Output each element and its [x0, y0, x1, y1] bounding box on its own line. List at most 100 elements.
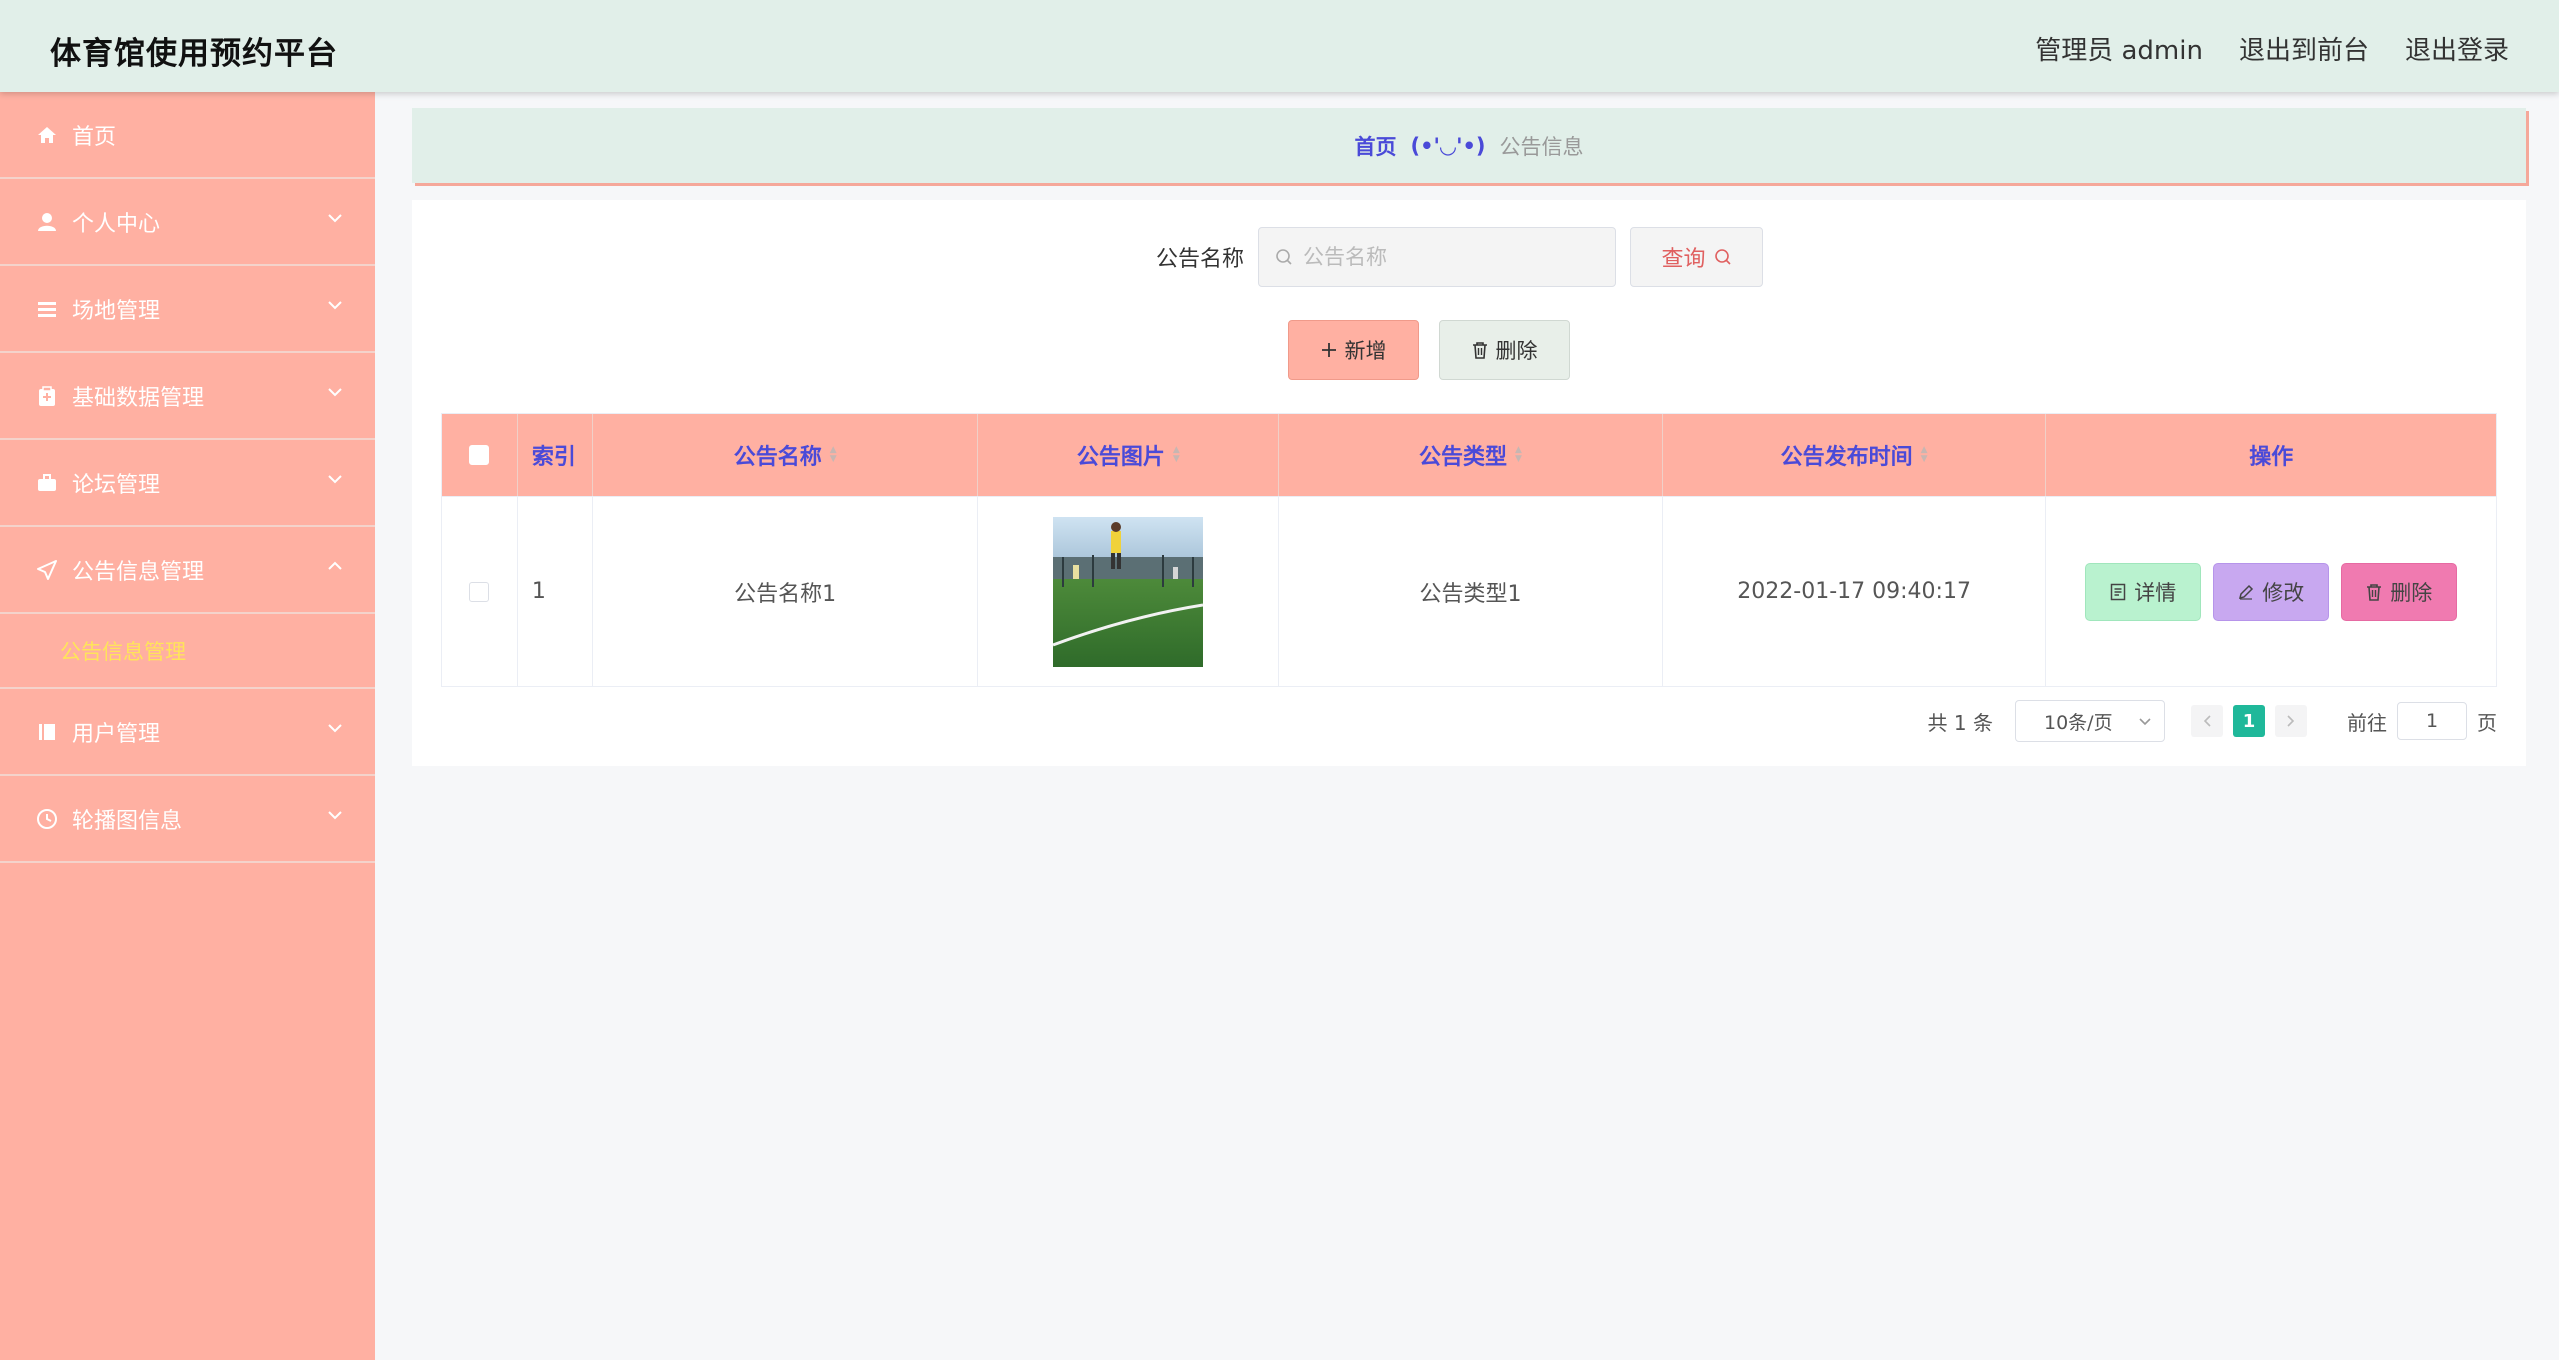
- breadcrumb-separator: (•'◡'•): [1410, 133, 1486, 158]
- row-name: 公告名称1: [593, 497, 979, 686]
- search-box: [1258, 227, 1617, 287]
- chevron-up-icon: [328, 561, 342, 570]
- table-header: 索引 公告名称 ▲ ▼ 公告图片 ▲ ▼ 公告类型 ▲ ▼ 公告发布时间 ▲ ▼ 操作: [442, 414, 2496, 496]
- batch-delete-button[interactable]: 删除: [1439, 320, 1570, 380]
- chevron-down-icon: [328, 301, 342, 310]
- table-row: 1 公告名称1 公告类型1 2022-01-17 09:40:17 详情 修改 …: [442, 496, 2496, 686]
- sidebar-subitem-notice-management[interactable]: 公告信息管理: [0, 614, 375, 689]
- sort-icon[interactable]: ▲ ▼: [1515, 446, 1522, 464]
- edit-icon: [2239, 584, 2254, 600]
- chevron-down-icon: [328, 724, 342, 733]
- add-button[interactable]: 新增: [1288, 320, 1419, 380]
- column-header-index: 索引: [518, 414, 593, 496]
- notice-table: 索引 公告名称 ▲ ▼ 公告图片 ▲ ▼ 公告类型 ▲ ▼ 公告发布时间 ▲ ▼ 操作: [441, 413, 2497, 687]
- admin-user-label[interactable]: 管理员 admin: [2035, 30, 2203, 67]
- column-label: 公告发布时间: [1780, 445, 1913, 470]
- user-icon: [36, 211, 58, 233]
- app-title: 体育馆使用预约平台: [50, 36, 338, 72]
- column-header-time[interactable]: 公告发布时间 ▲ ▼: [1663, 414, 2047, 496]
- sort-icon[interactable]: ▲ ▼: [830, 446, 837, 464]
- edit-button[interactable]: 修改: [2213, 562, 2330, 621]
- sidebar-item-label: 首页: [72, 124, 117, 150]
- search-icon: [1714, 249, 1731, 265]
- column-header-type[interactable]: 公告类型 ▲ ▼: [1279, 414, 1663, 496]
- page-number-button[interactable]: 1: [2233, 705, 2265, 737]
- next-page-button[interactable]: [2275, 705, 2307, 737]
- edit-button-label: 修改: [2262, 580, 2305, 605]
- sidebar-item-carousel[interactable]: 轮播图信息: [0, 776, 375, 863]
- sidebar-item-label: 个人中心: [72, 211, 161, 237]
- top-links: 管理员 admin 退出到前台 退出登录: [2035, 30, 2509, 67]
- column-label: 操作: [2249, 445, 2294, 470]
- search-label: 公告名称: [1156, 247, 1245, 272]
- row-time: 2022-01-17 09:40:17: [1663, 497, 2047, 686]
- detail-button[interactable]: 详情: [2085, 562, 2202, 621]
- list-icon: [36, 298, 58, 320]
- send-icon: [36, 559, 58, 581]
- top-bar: 体育馆使用预约平台 管理员 admin 退出到前台 退出登录: [0, 0, 2559, 92]
- chevron-down-icon: [328, 388, 342, 397]
- column-header-name[interactable]: 公告名称 ▲ ▼: [593, 414, 979, 496]
- chevron-down-icon: [328, 811, 342, 820]
- column-label: 公告图片: [1076, 445, 1165, 470]
- sidebar-item-label: 基础数据管理: [72, 385, 205, 411]
- clock-icon: [36, 808, 58, 830]
- sidebar-item-label: 轮播图信息: [72, 808, 183, 834]
- sidebar-item-home[interactable]: 首页: [0, 92, 375, 179]
- sidebar: 首页 个人中心 场地管理 基础数据管理 论坛管理 公告信息管理 公告信息管理 用…: [0, 92, 375, 1360]
- sidebar-item-label: 用户管理: [72, 721, 161, 747]
- column-label: 公告类型: [1419, 445, 1508, 470]
- column-label: 索引: [531, 445, 576, 470]
- sidebar-subitem-label: 公告信息管理: [60, 639, 186, 664]
- trash-icon: [1472, 342, 1487, 359]
- row-delete-button[interactable]: 删除: [2341, 562, 2458, 621]
- page-jumper: 前往 页: [2347, 702, 2497, 740]
- add-button-label: 新增: [1344, 339, 1387, 363]
- sidebar-item-notice[interactable]: 公告信息管理: [0, 527, 375, 614]
- page-size-select[interactable]: 10条/页: [2015, 700, 2165, 742]
- pagination-total: 共 1 条: [1927, 710, 1993, 735]
- breadcrumb-home[interactable]: 首页: [1354, 131, 1396, 161]
- sidebar-item-profile[interactable]: 个人中心: [0, 179, 375, 266]
- query-button-label: 查询: [1661, 247, 1706, 272]
- row-image-cell: [978, 497, 1280, 686]
- sidebar-item-label: 场地管理: [72, 298, 161, 324]
- sidebar-item-venue[interactable]: 场地管理: [0, 266, 375, 353]
- chevron-right-icon: [2287, 715, 2295, 727]
- sort-icon[interactable]: ▲ ▼: [1921, 446, 1928, 464]
- row-type: 公告类型1: [1279, 497, 1663, 686]
- pagination: 共 1 条 10条/页 1 前往 页: [1928, 700, 2497, 742]
- main-panel: 公告名称 查询 新增 删除 索引 公告名称: [412, 200, 2526, 766]
- row-checkbox[interactable]: [469, 581, 490, 602]
- sidebar-item-basedata[interactable]: 基础数据管理: [0, 353, 375, 440]
- row-delete-label: 删除: [2390, 580, 2433, 605]
- column-header-actions: 操作: [2046, 414, 2496, 496]
- goto-label: 前往: [2347, 710, 2387, 735]
- document-icon: [2110, 583, 2126, 600]
- sort-icon[interactable]: ▲ ▼: [1173, 446, 1180, 464]
- plus-icon: [1321, 343, 1336, 357]
- column-header-image[interactable]: 公告图片 ▲ ▼: [978, 414, 1280, 496]
- breadcrumb: 首页 (•'◡'•) 公告信息: [412, 108, 2526, 183]
- breadcrumb-current: 公告信息: [1499, 134, 1584, 159]
- search-input[interactable]: [1303, 245, 1594, 269]
- sidebar-item-label: 论坛管理: [72, 472, 161, 498]
- row-index: 1: [518, 497, 593, 686]
- chevron-down-icon: [2139, 717, 2151, 725]
- notice-thumbnail-image[interactable]: [1053, 516, 1204, 667]
- select-all-cell: [442, 414, 518, 496]
- book-icon: [36, 721, 58, 743]
- prev-page-button[interactable]: [2191, 705, 2223, 737]
- home-icon: [36, 124, 58, 146]
- back-to-front-link[interactable]: 退出到前台: [2239, 30, 2369, 67]
- chevron-down-icon: [328, 214, 342, 223]
- sidebar-item-users[interactable]: 用户管理: [0, 689, 375, 776]
- select-all-checkbox[interactable]: [469, 445, 490, 465]
- search-row: 公告名称 查询: [1156, 227, 1764, 287]
- row-actions: 详情 修改 删除: [2046, 497, 2496, 686]
- goto-page-input[interactable]: [2397, 702, 2467, 740]
- logout-link[interactable]: 退出登录: [2405, 30, 2509, 67]
- sidebar-item-forum[interactable]: 论坛管理: [0, 440, 375, 527]
- clipboard-icon: [36, 385, 58, 407]
- query-button[interactable]: 查询: [1630, 227, 1764, 287]
